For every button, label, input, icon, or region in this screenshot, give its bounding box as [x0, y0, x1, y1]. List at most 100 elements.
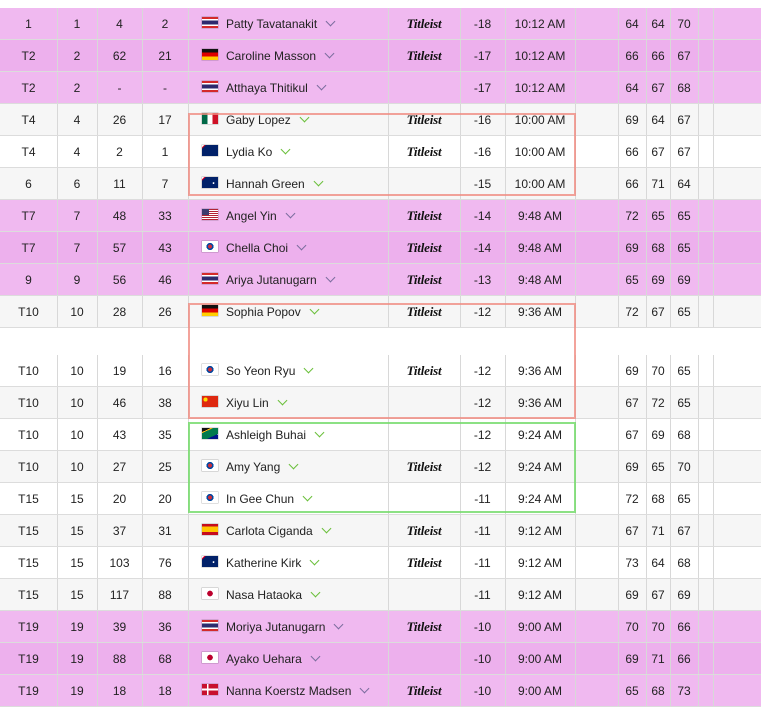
player-cell: Angel Yin	[188, 200, 388, 232]
empty-cell	[698, 200, 713, 232]
chevron-down-icon[interactable]	[314, 427, 325, 438]
rank-cell: 10	[70, 396, 84, 410]
player-name[interactable]: Atthaya Thitikul	[226, 81, 308, 95]
points-rank-cell: 38	[158, 396, 172, 410]
player-name[interactable]: Ariya Jutanugarn	[226, 273, 317, 287]
empty-cell	[575, 104, 618, 136]
rank-cell: 19	[70, 620, 84, 634]
world-rank-cell: 19	[112, 364, 127, 378]
player-name[interactable]: Patty Tavatanakit	[226, 17, 317, 31]
round-2-cell: 67	[651, 305, 665, 319]
leaderboard-row[interactable]: T15 15 117 88 Nasa Hataoka -11 9:12 AM 69 67 69	[0, 579, 761, 611]
score-cell: -12	[473, 305, 492, 319]
player-name[interactable]: Chella Choi	[226, 241, 288, 255]
chevron-down-icon[interactable]	[280, 144, 291, 155]
leaderboard-row[interactable]: T15 15 37 31 Carlota Ciganda Titleist -11 9:12 …	[0, 515, 761, 547]
sponsor-logo: Titleist	[388, 547, 460, 579]
score-cell: -17	[473, 49, 492, 63]
chevron-down-icon[interactable]	[303, 363, 314, 374]
leaderboard-row[interactable]: T2 2 - - Atthaya Thitikul -17 10:12 AM 64 67 68	[0, 72, 761, 104]
chevron-down-icon[interactable]	[325, 16, 336, 27]
chevron-down-icon[interactable]	[325, 272, 336, 283]
empty-cell	[575, 168, 618, 200]
player-cell: Caroline Masson	[188, 40, 388, 72]
player-name[interactable]: Nasa Hataoka	[226, 588, 302, 602]
empty-cell	[698, 72, 713, 104]
chevron-down-icon[interactable]	[302, 491, 313, 502]
chevron-down-icon[interactable]	[277, 395, 288, 406]
player-name[interactable]: In Gee Chun	[226, 492, 294, 506]
player-name[interactable]: Hannah Green	[226, 177, 305, 191]
leaderboard-row[interactable]: T15 15 20 20 In Gee Chun -11 9:24 AM 72 68 65	[0, 483, 761, 515]
player-name[interactable]: Moriya Jutanugarn	[226, 620, 325, 634]
leaderboard-row[interactable]: T7 7 48 33 Angel Yin Titleist -14 9:48 AM 72 65 65	[0, 200, 761, 232]
chevron-down-icon[interactable]	[324, 48, 335, 59]
leaderboard-row[interactable]: T4 4 26 17 Gaby Lopez Titleist -16 10:00 AM 69 64…	[0, 104, 761, 136]
leaderboard-row[interactable]: T10 10 46 38 Xiyu Lin -12 9:36 AM 67 72 65	[0, 387, 761, 419]
korea-flag-icon	[202, 364, 218, 375]
leaderboard-row[interactable]: 6 6 11 7 Hannah Green -15 10:00 AM 66 71 64	[0, 168, 761, 200]
chevron-down-icon[interactable]	[296, 240, 307, 251]
chevron-down-icon[interactable]	[285, 208, 296, 219]
empty-cell	[698, 264, 713, 296]
leaderboard-row[interactable]: T19 19 39 36 Moriya Jutanugarn Titleist -10 9:0…	[0, 611, 761, 643]
leaderboard-row[interactable]: 1 1 4 2 Patty Tavatanakit Titleist -18 10:12 AM…	[0, 8, 761, 40]
player-name[interactable]: Katherine Kirk	[226, 556, 301, 570]
leaderboard-row[interactable]: T2 2 62 21 Caroline Masson Titleist -17 10:12 A…	[0, 40, 761, 72]
leaderboard-row[interactable]: T19 19 18 18 Nanna Koerstz Madsen Titleist -10…	[0, 675, 761, 707]
chevron-down-icon[interactable]	[288, 459, 299, 470]
empty-cell	[575, 675, 618, 707]
leaderboard-row[interactable]: 9 9 56 46 Ariya Jutanugarn Titleist -13 9:48 AM…	[0, 264, 761, 296]
australia-flag-icon	[202, 556, 218, 567]
leaderboard-row[interactable]: T10 10 19 16 So Yeon Ryu Titleist -12 9:36 AM 69…	[0, 355, 761, 387]
chevron-down-icon[interactable]	[309, 555, 320, 566]
player-name[interactable]: Ashleigh Buhai	[226, 428, 306, 442]
player-name[interactable]: Amy Yang	[226, 460, 280, 474]
chevron-down-icon[interactable]	[309, 304, 320, 315]
leaderboard-row[interactable]: T19 19 88 68 Ayako Uehara -10 9:00 AM 69 71 66	[0, 643, 761, 675]
world-rank-cell: 103	[109, 556, 130, 570]
chevron-down-icon[interactable]	[313, 176, 324, 187]
round-3-cell: 65	[677, 305, 691, 319]
player-name[interactable]: Angel Yin	[226, 209, 277, 223]
score-cell: -13	[473, 273, 492, 287]
chevron-down-icon[interactable]	[359, 683, 370, 694]
leaderboard-row[interactable]: T15 15 103 76 Katherine Kirk Titleist -11 9:12 …	[0, 547, 761, 579]
chevron-down-icon[interactable]	[310, 651, 321, 662]
player-name[interactable]: Lydia Ko	[226, 145, 272, 159]
thailand-flag-icon	[202, 620, 218, 631]
position-cell: T2	[21, 49, 36, 63]
china-flag-icon	[202, 396, 218, 407]
round-2-cell: 70	[651, 620, 665, 634]
chevron-down-icon[interactable]	[321, 523, 332, 534]
rank-cell: 1	[73, 17, 81, 31]
round-1-cell: 66	[625, 177, 639, 191]
points-rank-cell: 46	[158, 273, 172, 287]
chevron-down-icon[interactable]	[333, 619, 344, 630]
chevron-down-icon[interactable]	[316, 80, 327, 91]
leaderboard-row[interactable]: T10 10 43 35 Ashleigh Buhai -12 9:24 AM 67 69 68	[0, 419, 761, 451]
player-name[interactable]: Gaby Lopez	[226, 113, 291, 127]
player-cell: So Yeon Ryu	[188, 355, 388, 387]
player-name[interactable]: Carlota Ciganda	[226, 524, 313, 538]
round-3-cell: 65	[677, 364, 691, 378]
leaderboard-row[interactable]: T10 10 27 25 Amy Yang Titleist -12 9:24 AM 69 65 7…	[0, 451, 761, 483]
world-rank-cell: 18	[112, 684, 127, 698]
position-cell: T7	[21, 209, 36, 223]
chevron-down-icon[interactable]	[310, 587, 321, 598]
player-name[interactable]: Nanna Koerstz Madsen	[226, 684, 351, 698]
score-cell: -18	[473, 17, 492, 31]
leaderboard-row[interactable]: T4 4 2 1 Lydia Ko Titleist -16 10:00 AM 66 67 67	[0, 136, 761, 168]
round-2-cell: 69	[651, 273, 665, 287]
player-name[interactable]: So Yeon Ryu	[226, 364, 295, 378]
round-3-cell: 65	[677, 241, 691, 255]
chevron-down-icon[interactable]	[299, 112, 310, 123]
germany-flag-icon	[202, 49, 218, 60]
leaderboard-row[interactable]: T7 7 57 43 Chella Choi Titleist -14 9:48 AM 69 68…	[0, 232, 761, 264]
empty-cell	[713, 483, 761, 515]
leaderboard-row[interactable]: T10 10 28 26 Sophia Popov Titleist -12 9:36 AM 7…	[0, 296, 761, 328]
player-name[interactable]: Ayako Uehara	[226, 652, 302, 666]
player-name[interactable]: Caroline Masson	[226, 49, 316, 63]
player-name[interactable]: Xiyu Lin	[226, 396, 269, 410]
player-name[interactable]: Sophia Popov	[226, 305, 301, 319]
